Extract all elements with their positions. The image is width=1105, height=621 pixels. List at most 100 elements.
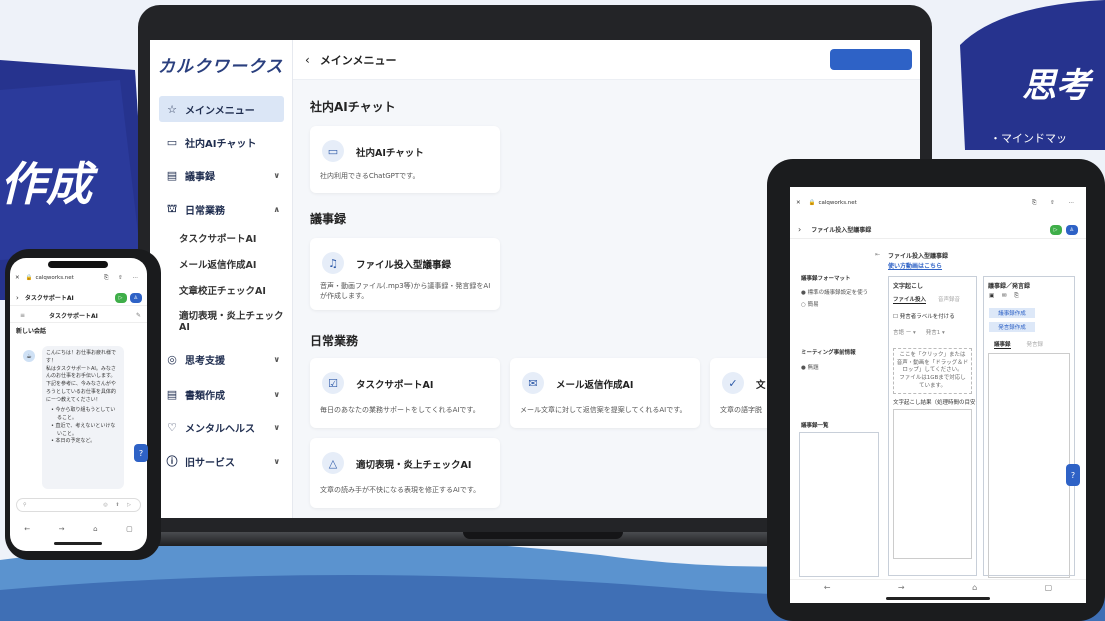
tab-speech[interactable]: 発言録 bbox=[1027, 340, 1044, 349]
message-line: ろうとしているお仕事を具体的 bbox=[46, 388, 116, 395]
sidebar-subitem-proofread[interactable]: 文章校正チェックAI bbox=[179, 283, 266, 297]
new-chat-label[interactable]: 新しい会話 bbox=[16, 326, 46, 335]
user-button[interactable]: ♙ bbox=[1065, 224, 1078, 235]
sidebar-toggle-icon[interactable]: › bbox=[16, 294, 19, 302]
sidebar-subitem-task-support[interactable]: タスクサポートAI bbox=[179, 231, 256, 245]
card-ai-chat[interactable]: ▭ 社内AIチャット 社内利用できるChatGPTです。 bbox=[310, 126, 500, 193]
check-circle-icon: ✓ bbox=[722, 372, 744, 394]
card-mail-reply[interactable]: ✉ メール返信作成AI メール文章に対して返信案を提案してくれるAIです。 bbox=[510, 358, 700, 428]
send-icon[interactable]: ◎ ⬆ ▷ bbox=[103, 502, 134, 508]
sidebar-item-mental-health[interactable]: ♡ メンタルヘルス ∨ bbox=[159, 414, 284, 440]
sidebar-subitem-mail-reply[interactable]: メール返信作成AI bbox=[179, 257, 256, 271]
info-icon: ⓘ bbox=[166, 455, 178, 468]
forward-arrow-icon[interactable]: → bbox=[898, 583, 905, 592]
chevron-up-icon: ∧ bbox=[273, 204, 281, 214]
headphones-icon: ♫ bbox=[322, 252, 344, 274]
back-arrow-icon[interactable]: ← bbox=[824, 583, 831, 592]
minutes-list-panel[interactable] bbox=[799, 432, 879, 577]
share-icon[interactable]: ⎘ ⇧ ⋯ bbox=[1032, 200, 1080, 207]
sidebar-item-main-menu[interactable]: ☆ メインメニュー bbox=[159, 96, 284, 122]
phone-url[interactable]: calqworks.net bbox=[35, 275, 73, 281]
sidebar: カルクワークス ☆ メインメニュー ▭ 社内AIチャット ▤ 議事録 ∨ ⛫ 日常業務 ∧ … bbox=[150, 40, 293, 518]
sidebar-item-label: メンタルヘルス bbox=[185, 423, 255, 435]
tabs-icon[interactable]: ▢ bbox=[1045, 583, 1053, 592]
sidebar-item-ai-chat[interactable]: ▭ 社内AIチャット bbox=[159, 129, 284, 155]
sidebar-item-old-services[interactable]: ⓘ 旧サービス ∨ bbox=[159, 448, 284, 474]
card-desc-cont: が作成します。 bbox=[320, 292, 369, 300]
edit-icon[interactable]: ✎ bbox=[136, 312, 141, 319]
back-chevron-icon[interactable]: ‹ bbox=[305, 53, 310, 67]
message-line: す！ bbox=[46, 357, 57, 364]
run-button[interactable]: ▷ bbox=[114, 292, 127, 303]
tablet-app-header: › ファイル投入型議事録 ▷ ♙ bbox=[790, 221, 1086, 239]
tab-minutes[interactable]: 議事録 bbox=[994, 340, 1011, 349]
sidebar-item-minutes[interactable]: ▤ 議事録 ∨ bbox=[159, 162, 284, 188]
video-link[interactable]: 使い方動画はこちら bbox=[888, 261, 942, 270]
header-action-button[interactable] bbox=[830, 49, 912, 70]
home-icon[interactable]: ⌂ bbox=[972, 583, 977, 592]
document-icon: ▤ bbox=[166, 387, 178, 401]
tablet-url-bar: ✕ 🔒 calqworks.net ⎘ ⇧ ⋯ bbox=[790, 197, 1086, 209]
meeting-option[interactable]: ● 無題 bbox=[801, 363, 819, 371]
create-speech-button[interactable]: 発言録作成 bbox=[989, 322, 1035, 332]
card-desc: 社内利用できるChatGPTです。 bbox=[320, 172, 420, 180]
chat-input[interactable]: ⚲ ◎ ⬆ ▷ bbox=[16, 498, 141, 512]
sidebar-toggle-icon[interactable]: › bbox=[798, 225, 801, 234]
collapse-icon[interactable]: ⇤ bbox=[875, 251, 880, 258]
star-icon: ☆ bbox=[167, 102, 177, 116]
laptop-notch bbox=[463, 532, 623, 539]
create-minutes-button[interactable]: 議事録作成 bbox=[989, 308, 1035, 318]
sidebar-subitem-flame-check[interactable]: 適切表現・炎上チェック bbox=[179, 308, 284, 322]
speaker-count-select[interactable]: 発言1 ▾ bbox=[926, 328, 945, 336]
sidebar-item-daily-work[interactable]: ⛫ 日常業務 ∧ bbox=[159, 196, 284, 222]
help-fab-tablet[interactable]: ? bbox=[1066, 464, 1080, 486]
transcribe-options: 言語 ー ▾ 発言1 ▾ bbox=[893, 328, 976, 336]
close-icon[interactable]: ✕ bbox=[15, 275, 20, 281]
tablet-url[interactable]: calqworks.net bbox=[818, 200, 856, 206]
format-option-simple[interactable]: ○ 簡易 bbox=[801, 300, 880, 308]
format-option-standard[interactable]: ● 標準の議事録設定を使う bbox=[801, 288, 880, 296]
chat-title: タスクサポートAI bbox=[49, 313, 98, 320]
back-arrow-icon[interactable]: ← bbox=[24, 525, 30, 533]
forward-arrow-icon[interactable]: → bbox=[59, 525, 65, 533]
tab-audio-record[interactable]: 音声録音 bbox=[938, 295, 960, 304]
card-flame-check[interactable]: △ 適切表現・炎上チェックAI 文章の読み手が不快になる表現を修正するAIです。 bbox=[310, 438, 500, 508]
tabs-icon[interactable]: ▢ bbox=[126, 525, 133, 533]
bullet-line: • 本日の予定など。 bbox=[51, 438, 96, 445]
sidebar-item-thinking[interactable]: ◎ 思考支援 ∨ bbox=[159, 346, 284, 372]
sidebar-item-documents[interactable]: ▤ 書類作成 ∨ bbox=[159, 381, 284, 407]
menu-icon[interactable]: ≡ bbox=[20, 312, 25, 319]
transcribe-panel: 文字起こし ファイル投入 音声録音 ☐ 発言者ラベルを付ける 言語 ー ▾ 発言… bbox=[888, 276, 977, 576]
minutes-toolbar-icons[interactable]: ▣ ✉ ⎘ bbox=[989, 293, 1074, 300]
minutes-tabs: 議事録 発言録 bbox=[994, 340, 1074, 349]
mail-icon: ✉ bbox=[522, 372, 544, 394]
file-drop-zone[interactable]: ここを「クリック」または 音声・動画を「ドラッグ＆ド ロップ」してください。 ファイル… bbox=[893, 348, 972, 395]
home-icon[interactable]: ⌂ bbox=[93, 525, 97, 533]
speaker-label-checkbox[interactable]: ☐ 発言者ラベルを付ける bbox=[893, 312, 976, 320]
card-task-support[interactable]: ☑ タスクサポートAI 毎日のあなたの業務サポートをしてくれるAIです。 bbox=[310, 358, 500, 428]
share-icon[interactable]: ⎘ ⇧ ⋯ bbox=[104, 275, 142, 282]
help-fab-phone[interactable]: ? bbox=[134, 444, 148, 462]
checkbox-icon: ☑ bbox=[322, 372, 344, 394]
home-indicator bbox=[54, 542, 102, 545]
language-select[interactable]: 言語 ー ▾ bbox=[893, 328, 916, 336]
run-button[interactable]: ▷ bbox=[1049, 224, 1062, 235]
message-line: んのお仕事をお手伝いします。 bbox=[46, 373, 116, 380]
sidebar-item-label: 社内AIチャット bbox=[185, 138, 257, 150]
transcribe-result-area[interactable] bbox=[893, 409, 972, 560]
attach-icon[interactable]: ⚲ bbox=[23, 502, 27, 508]
right-banner-caption: ・マインドマッ bbox=[990, 133, 1067, 145]
minutes-panel: 議事録／発言録 ▣ ✉ ⎘ 議事録作成 発言録作成 議事録 発言録 bbox=[983, 276, 1075, 578]
top-bar: ‹ メインメニュー bbox=[293, 40, 920, 80]
assistant-message: こんにちは！お仕事お疲れ様で す！ 私はタスクサポートAI。みなさ んのお仕事を… bbox=[42, 346, 124, 489]
minutes-result-area[interactable] bbox=[988, 353, 1070, 578]
close-icon[interactable]: ✕ bbox=[796, 200, 801, 206]
sidebar-subitem-flame-check-cont: AI bbox=[179, 322, 190, 333]
card-file-minutes[interactable]: ♫ ファイル投入型議事録 音声・動画ファイル(.mp3等)から議事録・発言録をA… bbox=[310, 238, 500, 310]
tab-file-upload[interactable]: ファイル投入 bbox=[893, 295, 927, 304]
user-button[interactable]: ♙ bbox=[129, 292, 142, 303]
left-banner-title: 作成 bbox=[0, 157, 92, 211]
card-title: ファイル投入型議事録 bbox=[356, 260, 452, 271]
minutes-panel-title: 議事録／発言録 bbox=[988, 283, 1031, 290]
section-title-daily: 日常業務 bbox=[310, 334, 359, 348]
